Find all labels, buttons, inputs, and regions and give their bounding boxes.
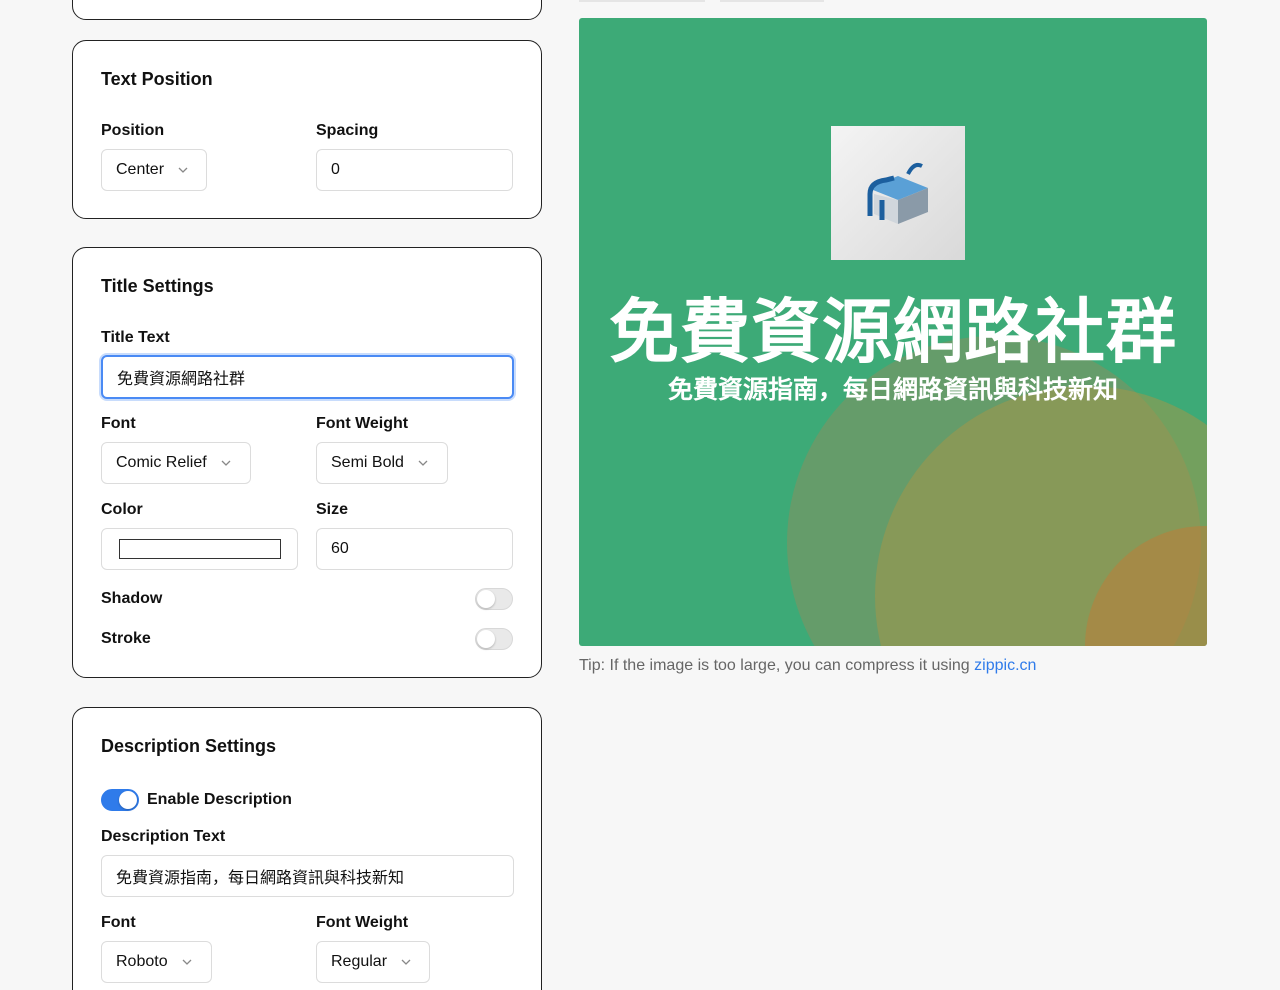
spacing-label: Spacing <box>316 122 379 139</box>
color-picker[interactable] <box>101 528 298 570</box>
font-value: Comic Relief <box>116 454 207 471</box>
title-settings-card: Title Settings Title Text 免費資源網路社群 Font … <box>72 247 542 678</box>
toggle-knob <box>477 630 495 648</box>
chevron-down-icon <box>401 957 411 967</box>
tip-text: Tip: If the image is too large, you can … <box>579 657 975 674</box>
tab-indicator <box>579 0 705 2</box>
font-value: Roboto <box>116 953 168 970</box>
toggle-knob <box>119 791 137 809</box>
chevron-down-icon <box>418 458 428 468</box>
title-text-input[interactable]: 免費資源網路社群 <box>101 355 514 399</box>
position-label: Position <box>101 122 165 139</box>
font-weight-value: Semi Bold <box>331 454 404 471</box>
description-settings-card: Description Settings Enable Description … <box>72 707 542 990</box>
shadow-toggle[interactable] <box>475 588 513 610</box>
enable-description-toggle[interactable] <box>101 789 139 811</box>
description-text-label: Description Text <box>101 828 226 845</box>
position-select[interactable]: Center <box>101 149 207 191</box>
compression-tip: Tip: If the image is too large, you can … <box>579 657 1036 675</box>
text-position-card: Text Position Position Center Spacing 0 <box>72 40 542 219</box>
font-select[interactable]: Roboto <box>101 941 212 983</box>
font-weight-label: Font Weight <box>316 415 409 432</box>
logo-image <box>831 126 965 260</box>
card-title: Description Settings <box>101 736 277 756</box>
font-weight-label: Font Weight <box>316 914 409 931</box>
cover-preview: 免費資源網路社群 免費資源指南，每日網路資訊與科技新知 <box>579 18 1207 646</box>
font-weight-select[interactable]: Regular <box>316 941 430 983</box>
spacing-input[interactable]: 0 <box>316 149 513 191</box>
color-label: Color <box>101 501 143 518</box>
box-logo-icon <box>867 163 928 224</box>
chevron-down-icon <box>221 458 231 468</box>
preview-description: 免費資源指南，每日網路資訊與科技新知 <box>667 376 1118 404</box>
card-title: Title Settings <box>101 276 214 296</box>
font-weight-value: Regular <box>331 953 388 970</box>
size-label: Size <box>316 501 349 518</box>
font-label: Font <box>101 415 136 432</box>
font-select[interactable]: Comic Relief <box>101 442 251 484</box>
color-swatch <box>119 539 281 559</box>
font-label: Font <box>101 914 136 931</box>
enable-description-label: Enable Description <box>147 791 292 808</box>
toggle-knob <box>477 590 495 608</box>
shadow-label: Shadow <box>101 590 163 607</box>
chevron-down-icon <box>182 957 192 967</box>
card-title: Text Position <box>101 69 213 89</box>
previous-settings-card <box>72 0 542 20</box>
stroke-label: Stroke <box>101 630 151 647</box>
position-value: Center <box>116 161 165 178</box>
stroke-toggle[interactable] <box>475 628 513 650</box>
title-text-label: Title Text <box>101 329 170 346</box>
zippic-link[interactable]: zippic.cn <box>974 657 1036 674</box>
font-weight-select[interactable]: Semi Bold <box>316 442 448 484</box>
preview-title: 免費資源網路社群 <box>609 293 1177 371</box>
description-text-input[interactable]: 免費資源指南，每日網路資訊與科技新知 <box>101 855 514 897</box>
chevron-down-icon <box>178 165 188 175</box>
tab-indicator <box>720 0 824 2</box>
size-input[interactable]: 60 <box>316 528 513 570</box>
